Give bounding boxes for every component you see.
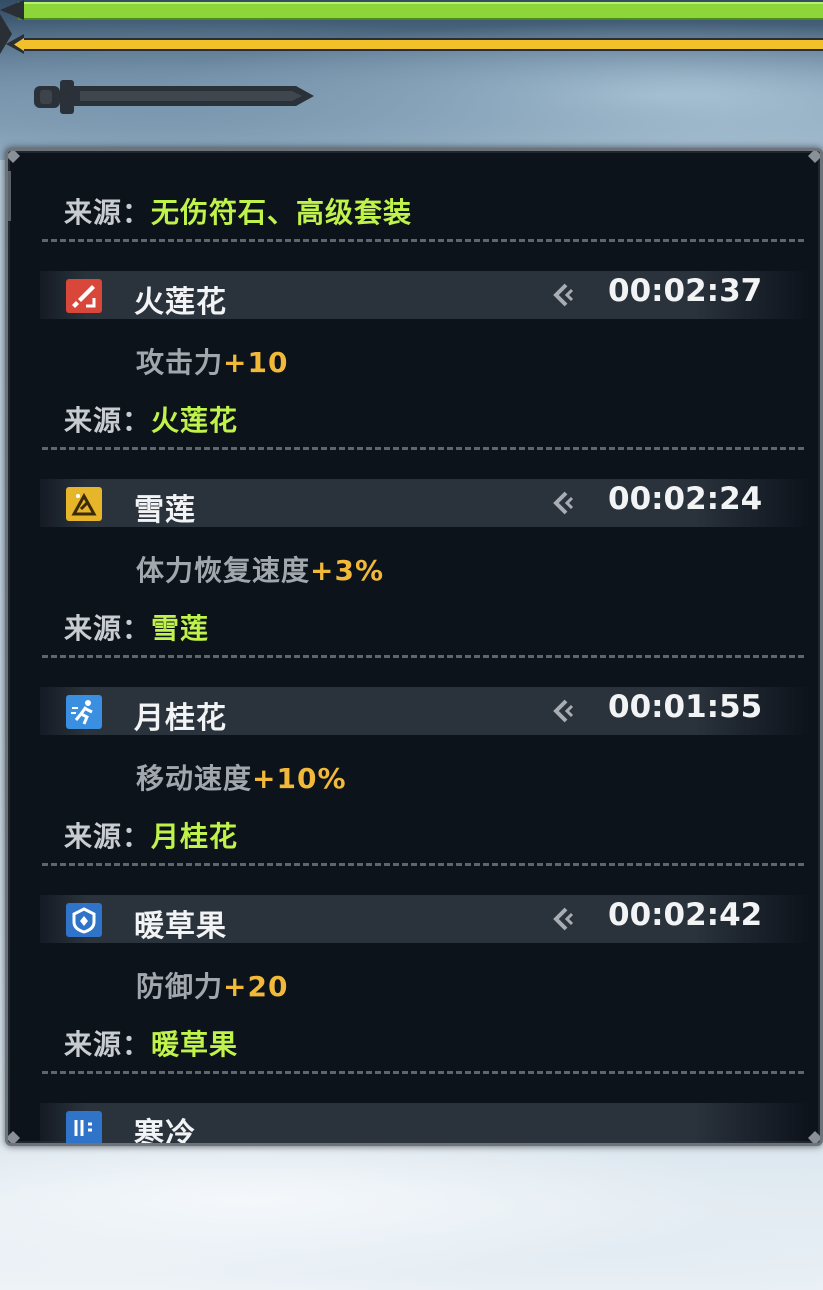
effect-value: +20 <box>223 970 289 1003</box>
source-label: 来源： <box>64 612 152 645</box>
buff-header-warm-fruit[interactable]: 暖草果 00:02:42 <box>40 895 810 944</box>
buff-timer: 00:02:24 <box>608 481 763 517</box>
sword-attack-icon <box>66 279 102 313</box>
effect-value: +3% <box>310 554 385 587</box>
chevron-left-icon[interactable] <box>548 697 576 725</box>
buff-timer: 00:01:55 <box>608 689 763 725</box>
panel-corner <box>8 1131 20 1143</box>
shield-defense-icon <box>66 903 102 937</box>
buff-name: 雪莲 <box>134 493 196 528</box>
chevron-left-icon[interactable] <box>548 281 576 309</box>
cold-icon <box>66 1111 102 1143</box>
background-snow <box>0 1140 823 1290</box>
effect-label: 攻击力 <box>136 346 224 379</box>
stamina-bar <box>0 34 823 54</box>
buff-effect: 防御力+20 <box>136 965 288 1005</box>
buff-effect: 攻击力+10 <box>136 341 288 381</box>
chevron-left-icon[interactable] <box>548 905 576 933</box>
divider <box>42 447 804 450</box>
divider <box>42 655 804 658</box>
source-value: 月桂花 <box>151 820 239 853</box>
effect-label: 体力恢复速度 <box>136 554 311 587</box>
buff-source: 来源：火莲花 <box>64 399 238 439</box>
buff-header-cold[interactable]: 寒冷 <box>40 1103 810 1146</box>
panel-corner <box>8 151 20 163</box>
buff-source: 来源：雪莲 <box>64 607 209 647</box>
buff-header-laurel[interactable]: 月桂花 00:01:55 <box>40 687 810 736</box>
health-bar-fill <box>18 2 823 20</box>
divider <box>42 1071 804 1074</box>
stamina-recovery-icon <box>66 487 102 521</box>
effect-value: +10% <box>252 762 347 795</box>
health-bar <box>0 0 823 20</box>
buff-name: 火莲花 <box>134 285 227 320</box>
effect-label: 移动速度 <box>136 762 253 795</box>
effect-value: +10 <box>223 346 289 379</box>
health-bar-cap <box>0 0 24 20</box>
buff-timer: 00:02:42 <box>608 897 763 933</box>
source-label: 来源： <box>64 196 152 229</box>
source-value: 无伤符石、高级套装 <box>151 196 413 229</box>
buff-timer: 00:02:37 <box>608 273 763 309</box>
chevron-left-icon[interactable] <box>548 489 576 517</box>
panel-corner <box>808 1131 820 1143</box>
stamina-bar-fill <box>20 38 823 51</box>
buff-source: 来源：月桂花 <box>64 815 238 855</box>
divider <box>42 239 804 242</box>
source-value: 暖草果 <box>151 1028 239 1061</box>
source-value: 火莲花 <box>151 404 239 437</box>
panel-side-notch <box>8 171 11 221</box>
running-speed-icon <box>66 695 102 729</box>
weapon-sharpness-icon <box>34 80 314 114</box>
source-label: 来源： <box>64 820 152 853</box>
divider <box>42 863 804 866</box>
buff-list-panel[interactable]: 来源：无伤符石、高级套装 火莲花 00:02:37 攻击力+10 来源：火莲花 … <box>5 148 823 1146</box>
buff-effect: 体力恢复速度+3% <box>136 549 384 589</box>
source-value: 雪莲 <box>151 612 210 645</box>
top-source-line: 来源：无伤符石、高级套装 <box>64 191 412 231</box>
buff-effect: 移动速度+10% <box>136 757 347 797</box>
source-label: 来源： <box>64 1028 152 1061</box>
buff-name: 月桂花 <box>134 701 227 736</box>
buff-header-fire-lotus[interactable]: 火莲花 00:02:37 <box>40 271 810 320</box>
buff-header-snow-lotus[interactable]: 雪莲 00:02:24 <box>40 479 810 528</box>
buff-source: 来源：暖草果 <box>64 1023 238 1063</box>
source-label: 来源： <box>64 404 152 437</box>
buff-name: 暖草果 <box>134 909 227 944</box>
effect-label: 防御力 <box>136 970 224 1003</box>
panel-corner <box>808 151 820 163</box>
buff-name: 寒冷 <box>134 1117 196 1146</box>
